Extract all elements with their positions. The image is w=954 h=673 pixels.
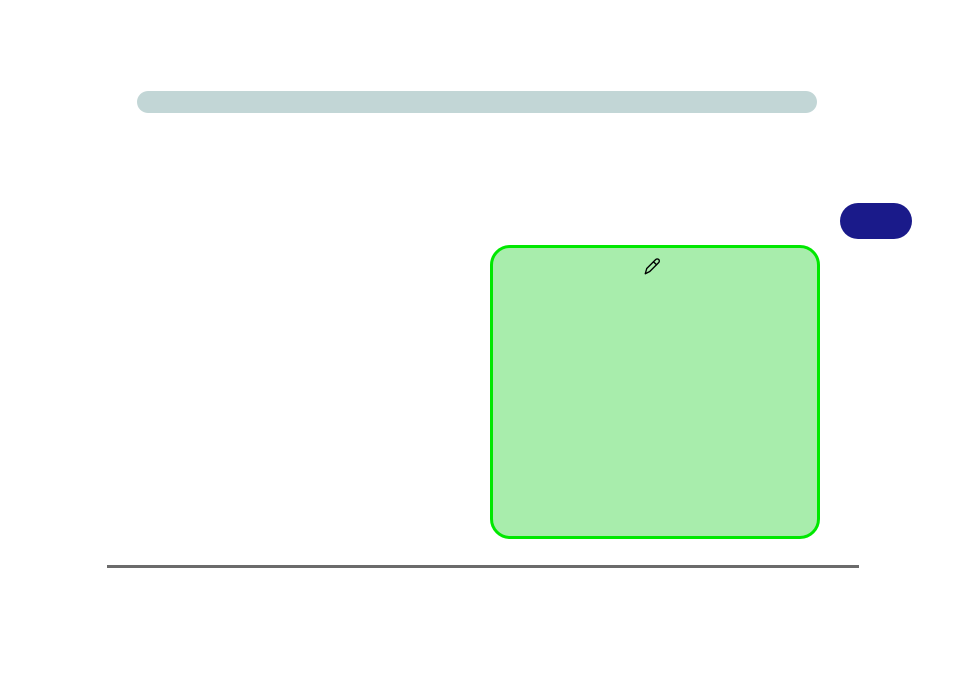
content-panel [490,245,820,539]
pen-icon[interactable] [643,258,661,276]
divider-line [107,565,859,568]
action-pill-button[interactable] [840,203,912,239]
top-bar [137,91,817,113]
